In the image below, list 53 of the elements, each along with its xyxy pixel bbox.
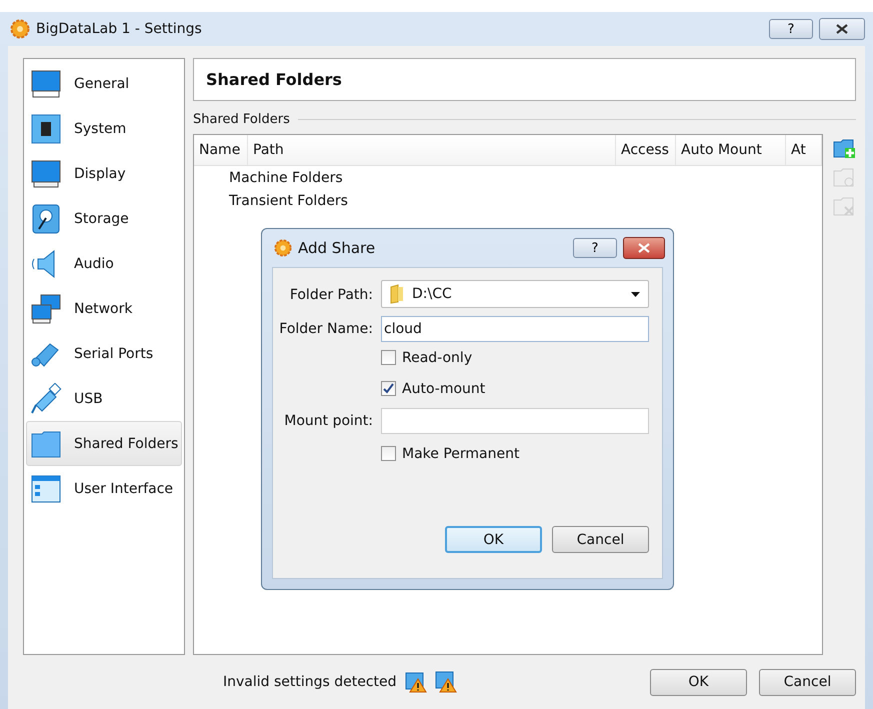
column-header[interactable]: Access: [616, 135, 676, 165]
group-label: Shared Folders: [193, 112, 290, 127]
sidebar-item[interactable]: USB: [26, 376, 182, 421]
dialog-title: Add Share: [298, 239, 376, 257]
column-header[interactable]: Auto Mount: [676, 135, 786, 165]
display-icon: [30, 158, 62, 190]
sidebar-item[interactable]: Audio: [26, 241, 182, 286]
column-header[interactable]: At: [786, 135, 822, 165]
sidebar-item[interactable]: General: [26, 61, 182, 106]
tree-item[interactable]: Transient Folders: [229, 192, 348, 208]
field-label: Mount point:: [283, 412, 373, 431]
cancel-button[interactable]: Cancel: [552, 526, 649, 553]
usb-icon: [30, 382, 62, 414]
field-label: Folder Path:: [288, 286, 373, 305]
cancel-button[interactable]: Cancel: [759, 668, 856, 696]
close-icon: [835, 24, 849, 34]
column-header[interactable]: Path: [248, 135, 616, 165]
mount-point-field[interactable]: [381, 408, 649, 434]
sidebar-item[interactable]: User Interface: [26, 466, 182, 511]
checkbox-label[interactable]: Auto-mount: [402, 380, 486, 396]
checkbox-label[interactable]: Read-only: [402, 350, 472, 366]
field-label: Folder Name:: [278, 320, 373, 339]
sidebar-item[interactable]: Display: [26, 151, 182, 196]
checkbox[interactable]: [381, 446, 396, 461]
close-icon: [637, 243, 651, 253]
checkbox-label[interactable]: Make Permanent: [402, 446, 520, 462]
page-title: Shared Folders: [206, 70, 342, 89]
sidebar-item[interactable]: Storage: [26, 196, 182, 241]
checkbox[interactable]: [381, 350, 396, 365]
folder-path-dropdown[interactable]: D:\CC: [381, 280, 649, 308]
help-button[interactable]: ?: [573, 238, 617, 258]
gear-icon: [274, 239, 292, 257]
sidebar-item[interactable]: Shared Folders: [26, 421, 182, 466]
ok-button[interactable]: OK: [445, 526, 542, 553]
folder-icon: [390, 284, 404, 304]
network-icon: [30, 292, 62, 324]
window-title: BigDataLab 1 - Settings: [36, 21, 203, 37]
gear-icon: [10, 19, 30, 39]
close-button[interactable]: [623, 237, 665, 259]
status-text: Invalid settings detected: [223, 674, 397, 690]
caret-icon: [631, 292, 640, 296]
ok-button[interactable]: OK: [650, 668, 747, 696]
sidebar-item[interactable]: Serial Ports: [26, 331, 182, 376]
warning-icon[interactable]: [404, 671, 427, 693]
close-button[interactable]: [819, 18, 865, 40]
sidebar-item[interactable]: Network: [26, 286, 182, 331]
warning-icon[interactable]: [434, 671, 457, 693]
column-header[interactable]: Name: [194, 135, 248, 165]
sidebar-item[interactable]: System: [26, 106, 182, 151]
tree-item[interactable]: Machine Folders: [229, 170, 343, 186]
folder-name-field[interactable]: cloud: [381, 316, 649, 342]
help-button[interactable]: ?: [769, 19, 813, 39]
checkbox[interactable]: [381, 381, 396, 396]
